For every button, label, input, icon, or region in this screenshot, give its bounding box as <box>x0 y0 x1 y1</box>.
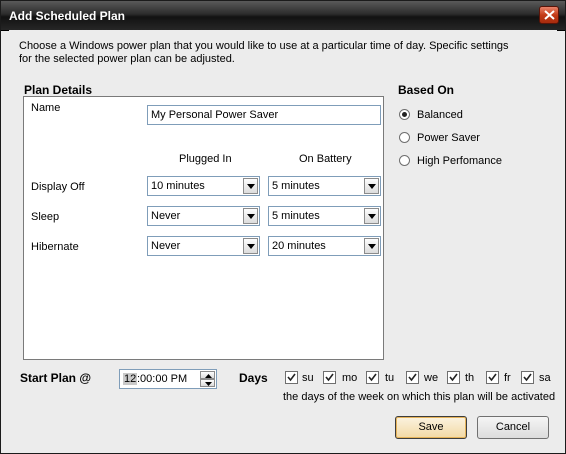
hibernate-battery-value: 20 minutes <box>272 240 326 252</box>
days-label: Days <box>239 371 268 385</box>
spin-down-button[interactable] <box>200 379 215 387</box>
display-off-plugged-select[interactable]: 10 minutes <box>147 176 260 196</box>
start-time-picker[interactable]: 12 :00:00 PM <box>119 369 217 389</box>
radio-high-performance-label: High Perfomance <box>417 155 502 167</box>
day-label-su: su <box>302 372 314 384</box>
day-label-tu: tu <box>385 372 395 384</box>
dropdown-button[interactable] <box>364 208 379 224</box>
start-plan-label: Start Plan @ <box>20 371 92 385</box>
start-time-hour[interactable]: 12 <box>123 373 138 385</box>
window-title: Add Scheduled Plan <box>9 9 126 23</box>
arrow-up-icon <box>205 374 212 378</box>
day-label-th: th <box>465 372 475 384</box>
radio-button[interactable] <box>399 109 410 120</box>
chevron-down-icon <box>247 184 255 189</box>
checkbox-fr[interactable] <box>486 371 499 384</box>
sleep-plugged-select[interactable]: Never <box>147 206 260 226</box>
checkmark-icon <box>287 373 296 382</box>
day-label-fr: fr <box>504 372 511 384</box>
dropdown-button[interactable] <box>243 208 258 224</box>
plan-name-input[interactable]: My Personal Power Saver <box>147 105 381 125</box>
display-off-battery-value: 5 minutes <box>272 180 320 192</box>
display-off-plugged-value: 10 minutes <box>151 180 205 192</box>
sleep-battery-select[interactable]: 5 minutes <box>268 206 381 226</box>
sleep-plugged-value: Never <box>151 210 181 222</box>
radio-button[interactable] <box>399 132 410 143</box>
dropdown-button[interactable] <box>243 178 258 194</box>
checkmark-icon <box>449 373 458 382</box>
chevron-down-icon <box>368 244 376 249</box>
checkmark-icon <box>368 373 377 382</box>
radio-power-saver-label: Power Saver <box>417 132 480 144</box>
intro-line-1: Choose a Windows power plan that you wou… <box>19 40 509 52</box>
checkbox-we[interactable] <box>406 371 419 384</box>
based-on-title: Based On <box>398 83 455 97</box>
checkmark-icon <box>523 373 532 382</box>
start-time-rest[interactable]: :00:00 PM <box>137 373 187 385</box>
hibernate-label: Hibernate <box>31 241 79 253</box>
on-battery-header: On Battery <box>299 153 352 165</box>
display-off-label: Display Off <box>31 181 85 193</box>
arrow-down-icon <box>205 382 212 386</box>
checkbox-tu[interactable] <box>366 371 379 384</box>
display-off-battery-select[interactable]: 5 minutes <box>268 176 381 196</box>
radio-balanced-label: Balanced <box>417 109 463 121</box>
hibernate-battery-select[interactable]: 20 minutes <box>268 236 381 256</box>
hibernate-plugged-value: Never <box>151 240 181 252</box>
plan-details-panel: Name My Personal Power Saver Plugged In … <box>23 96 384 360</box>
dropdown-button[interactable] <box>364 238 379 254</box>
sleep-label: Sleep <box>31 211 60 223</box>
chevron-down-icon <box>368 184 376 189</box>
hibernate-plugged-select[interactable]: Never <box>147 236 260 256</box>
title-bar[interactable]: Add Scheduled Plan <box>1 1 565 31</box>
time-spinner <box>200 371 215 387</box>
plugged-in-header: Plugged In <box>179 153 232 165</box>
dropdown-button[interactable] <box>243 238 258 254</box>
intro-line-2: for the selected power plan can be adjus… <box>19 53 235 65</box>
intro-text: Choose a Windows power plan that you wou… <box>19 40 509 66</box>
plan-details-title: Plan Details <box>24 83 93 97</box>
chevron-down-icon <box>247 244 255 249</box>
checkbox-th[interactable] <box>447 371 460 384</box>
name-label: Name <box>31 102 61 114</box>
checkbox-sa[interactable] <box>521 371 534 384</box>
dropdown-button[interactable] <box>364 178 379 194</box>
save-button[interactable]: Save <box>395 416 467 439</box>
days-hint: the days of the week on which this plan … <box>283 391 556 403</box>
add-scheduled-plan-dialog: Add Scheduled Plan Choose a Windows powe… <box>0 0 566 454</box>
checkbox-su[interactable] <box>285 371 298 384</box>
day-label-sa: sa <box>539 372 551 384</box>
checkbox-mo[interactable] <box>323 371 336 384</box>
checkmark-icon <box>408 373 417 382</box>
chevron-down-icon <box>368 214 376 219</box>
checkmark-icon <box>488 373 497 382</box>
radio-button[interactable] <box>399 155 410 166</box>
close-icon <box>544 10 555 20</box>
sleep-battery-value: 5 minutes <box>272 210 320 222</box>
spin-up-button[interactable] <box>200 371 215 379</box>
chevron-down-icon <box>247 214 255 219</box>
checkmark-icon <box>325 373 334 382</box>
cancel-button[interactable]: Cancel <box>477 416 549 439</box>
dialog-content: Choose a Windows power plan that you wou… <box>9 30 557 446</box>
close-button[interactable] <box>539 6 559 24</box>
day-label-we: we <box>424 372 439 384</box>
day-label-mo: mo <box>342 372 358 384</box>
